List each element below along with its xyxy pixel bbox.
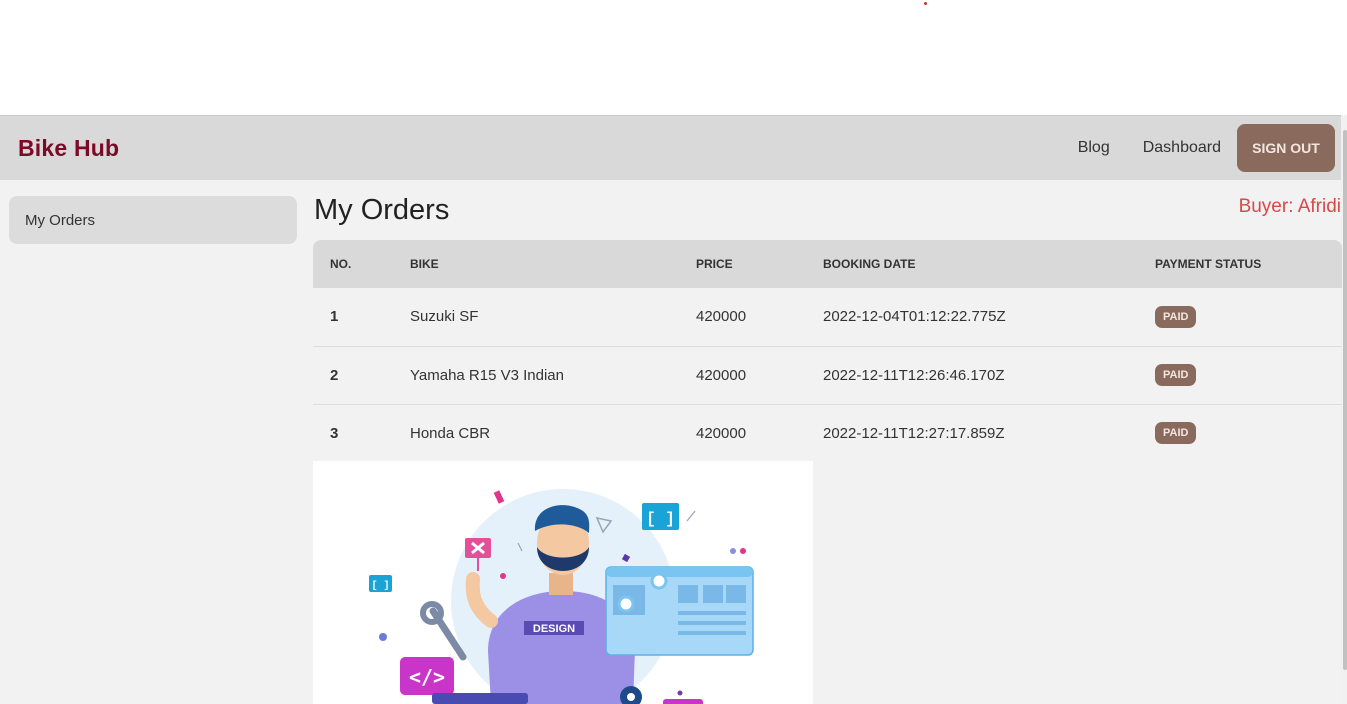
column-header-price: PRICE xyxy=(696,257,733,271)
sidebar-item-label: My Orders xyxy=(25,211,96,229)
cell-payment-status: PAID xyxy=(1155,404,1342,462)
orders-table-wrapper: NO. BIKE PRICE BOOKING DATE PAYMENT STAT… xyxy=(313,240,1342,462)
cell-price: 420000 xyxy=(696,424,747,442)
browser-line xyxy=(678,631,746,635)
cell-price: 420000 xyxy=(696,308,747,326)
table-row: 2 Yamaha R15 V3 Indian 420000 2022-12-11… xyxy=(313,346,1342,404)
table-header-row: NO. BIKE PRICE BOOKING DATE PAYMENT STAT… xyxy=(313,240,1342,288)
browser-circle xyxy=(617,595,635,613)
cell-booking-date: 2022-12-04T01:12:22.775Z xyxy=(823,308,1006,326)
cell-price: 420000 xyxy=(696,366,747,384)
browser-block xyxy=(726,585,746,603)
table-row: 3 Honda CBR 420000 2022-12-11T12:27:17.8… xyxy=(313,404,1342,462)
dot-shape xyxy=(730,548,736,554)
browser-line xyxy=(678,621,746,625)
person-neck xyxy=(549,573,573,595)
nav-link-blog[interactable]: Blog xyxy=(1078,139,1110,157)
top-blank-area xyxy=(0,0,1347,115)
cell-no: 2 xyxy=(330,366,339,384)
confetti-shape xyxy=(493,490,505,504)
browser-block xyxy=(678,585,698,603)
bracket-text: [ ] xyxy=(371,580,389,592)
buyer-name: Buyer: Afridi xyxy=(1238,196,1341,217)
cell-payment-status: PAID xyxy=(1155,346,1342,404)
column-header-no: NO. xyxy=(330,257,352,271)
bracket-text: [ ] xyxy=(646,510,675,528)
designer-illustration-svg: [ ] [ ] </> DESIGN xyxy=(369,489,754,704)
column-header-payment-status: PAYMENT STATUS xyxy=(1155,257,1262,271)
sign-out-button[interactable]: SIGN OUT xyxy=(1237,124,1335,172)
dot-shape xyxy=(379,633,387,641)
cell-no: 3 xyxy=(330,424,339,442)
table-header: NO. BIKE PRICE BOOKING DATE PAYMENT STAT… xyxy=(313,240,1342,288)
column-header-booking-date: BOOKING DATE xyxy=(823,257,916,271)
laptop-shape xyxy=(432,693,528,704)
cell-booking-date: 2022-12-11T12:26:46.170Z xyxy=(823,366,1005,384)
table-row: 1 Suzuki SF 420000 2022-12-04T01:12:22.7… xyxy=(313,288,1342,346)
status-badge: PAID xyxy=(1155,364,1197,386)
cell-no: 1 xyxy=(330,308,339,326)
page-title: My Orders xyxy=(314,194,450,226)
cell-bike: Honda CBR xyxy=(410,424,491,442)
brand-logo[interactable]: Bike Hub xyxy=(18,135,119,162)
content-area: My Orders My Orders Buyer: Afridi NO. BI… xyxy=(0,180,1342,704)
red-dot xyxy=(924,2,927,5)
sidebar-item-my-orders[interactable]: My Orders xyxy=(9,196,297,244)
nav-link-dashboard[interactable]: Dashboard xyxy=(1143,139,1221,157)
browser-line xyxy=(678,611,746,615)
cell-bike: Suzuki SF xyxy=(410,308,479,326)
cell-booking-date: 2022-12-11T12:27:17.859Z xyxy=(823,424,1005,442)
gear-center xyxy=(627,693,635,701)
nav-links: Blog Dashboard SIGN OUT xyxy=(1078,124,1335,172)
status-badge: PAID xyxy=(1155,305,1197,328)
code-text: </> xyxy=(409,665,445,689)
sparkle-line xyxy=(686,510,696,522)
browser-titlebar xyxy=(606,567,753,577)
table-body: 1 Suzuki SF 420000 2022-12-04T01:12:22.7… xyxy=(313,288,1342,462)
status-badge: PAID xyxy=(1155,422,1197,445)
dot-shape xyxy=(677,690,683,696)
shirt-text: DESIGN xyxy=(533,623,575,635)
column-header-bike: BIKE xyxy=(410,257,439,271)
orders-table: NO. BIKE PRICE BOOKING DATE PAYMENT STAT… xyxy=(313,240,1342,462)
designer-illustration: [ ] [ ] </> DESIGN xyxy=(313,461,813,704)
browser-circle xyxy=(650,572,668,590)
browser-block xyxy=(703,585,723,603)
dot-shape xyxy=(740,548,746,554)
scrollbar-thumb[interactable] xyxy=(1343,130,1347,670)
card-shape xyxy=(663,699,703,704)
navbar: Bike Hub Blog Dashboard SIGN OUT xyxy=(0,115,1341,180)
dot-shape xyxy=(500,573,506,579)
cell-bike: Yamaha R15 V3 Indian xyxy=(410,366,564,384)
cell-payment-status: PAID xyxy=(1155,288,1342,346)
